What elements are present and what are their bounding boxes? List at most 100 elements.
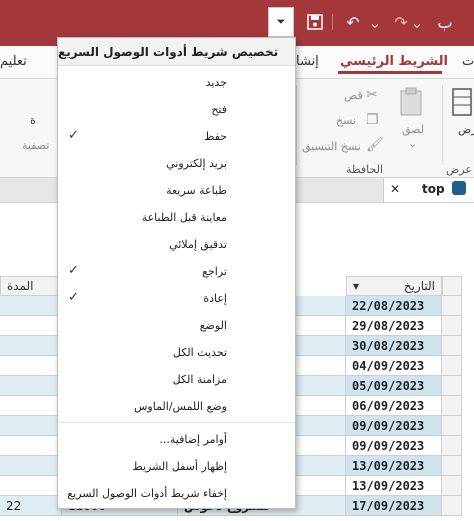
row-selector[interactable] — [442, 316, 462, 336]
paste-label[interactable]: لصق — [402, 123, 424, 136]
duration-cell[interactable] — [0, 396, 62, 416]
tab-help[interactable]: تعليم — [0, 54, 27, 69]
document-tab-top[interactable]: ✕ top — [383, 178, 474, 202]
format-painter-icon[interactable]: 🖌 — [366, 137, 384, 153]
checkmark-icon: ✓ — [68, 128, 79, 143]
view-label[interactable]: رض — [458, 123, 474, 136]
row-selector[interactable] — [442, 456, 462, 476]
menu-item[interactable]: مزامنة الكل — [58, 366, 295, 393]
row-selector[interactable] — [442, 476, 462, 496]
row-selector[interactable] — [442, 356, 462, 376]
menu-item[interactable]: حفظ ✓ — [58, 123, 295, 150]
menu-item[interactable]: بريد إلكتروني — [58, 150, 295, 177]
date-cell[interactable]: 17/09/2023 — [346, 496, 442, 516]
format-painter-label[interactable]: نسخ التنسيق — [302, 140, 361, 153]
menu-item-label: طباعة سريعة — [166, 184, 227, 197]
tab-partial-right[interactable]: ت — [462, 54, 474, 69]
date-cell[interactable]: 29/08/2023 — [346, 316, 442, 336]
date-column-label: التاريخ — [403, 279, 435, 293]
menu-item-label: مزامنة الكل — [172, 373, 227, 386]
row-selector[interactable] — [442, 496, 462, 516]
duration-cell[interactable] — [0, 376, 62, 396]
menu-item-label: حفظ — [204, 130, 227, 143]
scissors-icon[interactable]: ✂ — [366, 87, 378, 103]
menu-item-label: جديد — [205, 76, 227, 89]
view-icon[interactable] — [452, 87, 472, 121]
paste-dropdown-icon[interactable]: ⌄ — [408, 137, 417, 150]
date-cell[interactable]: 05/09/2023 — [346, 376, 442, 396]
menu-item[interactable]: جديد — [58, 69, 295, 96]
row-selector[interactable] — [442, 336, 462, 356]
undo-icon[interactable]: ↶ — [340, 9, 366, 35]
menu-item[interactable]: طباعة سريعة — [58, 177, 295, 204]
checkmark-icon: ✓ — [68, 263, 79, 278]
duration-cell[interactable] — [0, 316, 62, 336]
copy-label[interactable]: نسخ — [336, 114, 356, 127]
menu-item-label: الوضع — [199, 319, 227, 332]
date-cell[interactable]: 30/08/2023 — [346, 336, 442, 356]
document-tab-label: top — [422, 182, 445, 196]
menu-item[interactable]: إعادة ✓ — [58, 285, 295, 312]
menu-item-label: تدقيق إملائي — [169, 238, 227, 251]
row-selector[interactable] — [442, 436, 462, 456]
cut-label[interactable]: قص — [344, 89, 363, 102]
duration-cell[interactable]: 22 — [0, 496, 62, 516]
menu-item[interactable]: وضع اللمس/الماوس — [58, 393, 295, 420]
duration-cell[interactable] — [0, 456, 62, 476]
redo-icon[interactable]: ↷ — [388, 9, 414, 35]
row-selector[interactable] — [442, 416, 462, 436]
menu-item[interactable]: معاينة قبل الطباعة — [58, 204, 295, 231]
filter-label[interactable]: ة — [30, 114, 36, 127]
date-column-header[interactable]: ▾ التاريخ — [346, 276, 442, 296]
overflow-icon[interactable]: ب — [432, 9, 458, 35]
menu-item[interactable]: تراجع ✓ — [58, 258, 295, 285]
date-cell[interactable]: 13/09/2023 — [346, 456, 442, 476]
tab-home[interactable]: الشريط الرئيسي — [340, 54, 448, 69]
duration-cell[interactable] — [0, 436, 62, 456]
paste-icon[interactable] — [398, 87, 424, 121]
menu-title: تخصيص شريط أدوات الوصول السريع — [58, 38, 295, 66]
duration-column-header[interactable]: المدة — [0, 276, 62, 296]
date-cell[interactable]: 06/09/2023 — [346, 396, 442, 416]
menu-separator — [58, 422, 295, 423]
header-selector — [442, 276, 462, 296]
row-selector[interactable] — [442, 376, 462, 396]
duration-cell[interactable] — [0, 476, 62, 496]
date-cell[interactable]: 13/09/2023 — [346, 476, 442, 496]
save-icon[interactable] — [302, 9, 328, 35]
date-cell[interactable]: 09/09/2023 — [346, 416, 442, 436]
close-icon[interactable]: ✕ — [390, 182, 400, 196]
menu-item-label: تحديث الكل — [172, 346, 227, 359]
menu-item[interactable]: تحديث الكل — [58, 339, 295, 366]
tab-create[interactable]: إنشا — [296, 54, 319, 69]
tab-home-underline — [338, 71, 442, 74]
duration-cell[interactable] — [0, 296, 62, 316]
customize-quick-access-button[interactable]: ⏷ — [268, 7, 294, 37]
menu-item-label: أوامر إضافية... — [159, 433, 227, 446]
menu-item[interactable]: أوامر إضافية... — [58, 426, 295, 453]
menu-item[interactable]: الوضع — [58, 312, 295, 339]
menu-item-label: معاينة قبل الطباعة — [141, 211, 227, 224]
duration-cell[interactable] — [0, 416, 62, 436]
date-cell[interactable]: 22/08/2023 — [346, 296, 442, 316]
date-cell[interactable]: 04/09/2023 — [346, 356, 442, 376]
menu-item-label: إخفاء شريط أدوات الوصول السريع — [67, 487, 227, 500]
table-icon — [452, 181, 466, 195]
row-selector[interactable] — [442, 396, 462, 416]
duration-cell[interactable] — [0, 336, 62, 356]
sort-dropdown-icon[interactable]: ▾ — [353, 279, 359, 293]
chevron-down-icon: ⏷ — [268, 7, 294, 37]
floppy-icon — [307, 14, 323, 30]
row-selector[interactable] — [442, 296, 462, 316]
date-cell[interactable]: 09/09/2023 — [346, 436, 442, 456]
copy-icon[interactable]: ❐ — [366, 112, 379, 128]
filter-label-2[interactable]: تصفية — [22, 139, 49, 152]
checkmark-icon: ✓ — [68, 290, 79, 305]
menu-item-label: بريد إلكتروني — [166, 157, 227, 170]
views-group-label: ة عرض — [446, 163, 474, 176]
duration-cell[interactable] — [0, 356, 62, 376]
menu-item[interactable]: تدقيق إملائي — [58, 231, 295, 258]
menu-item[interactable]: إخفاء شريط أدوات الوصول السريع — [58, 480, 295, 507]
menu-item[interactable]: إظهار أسفل الشريط — [58, 453, 295, 480]
menu-item[interactable]: فتح — [58, 96, 295, 123]
